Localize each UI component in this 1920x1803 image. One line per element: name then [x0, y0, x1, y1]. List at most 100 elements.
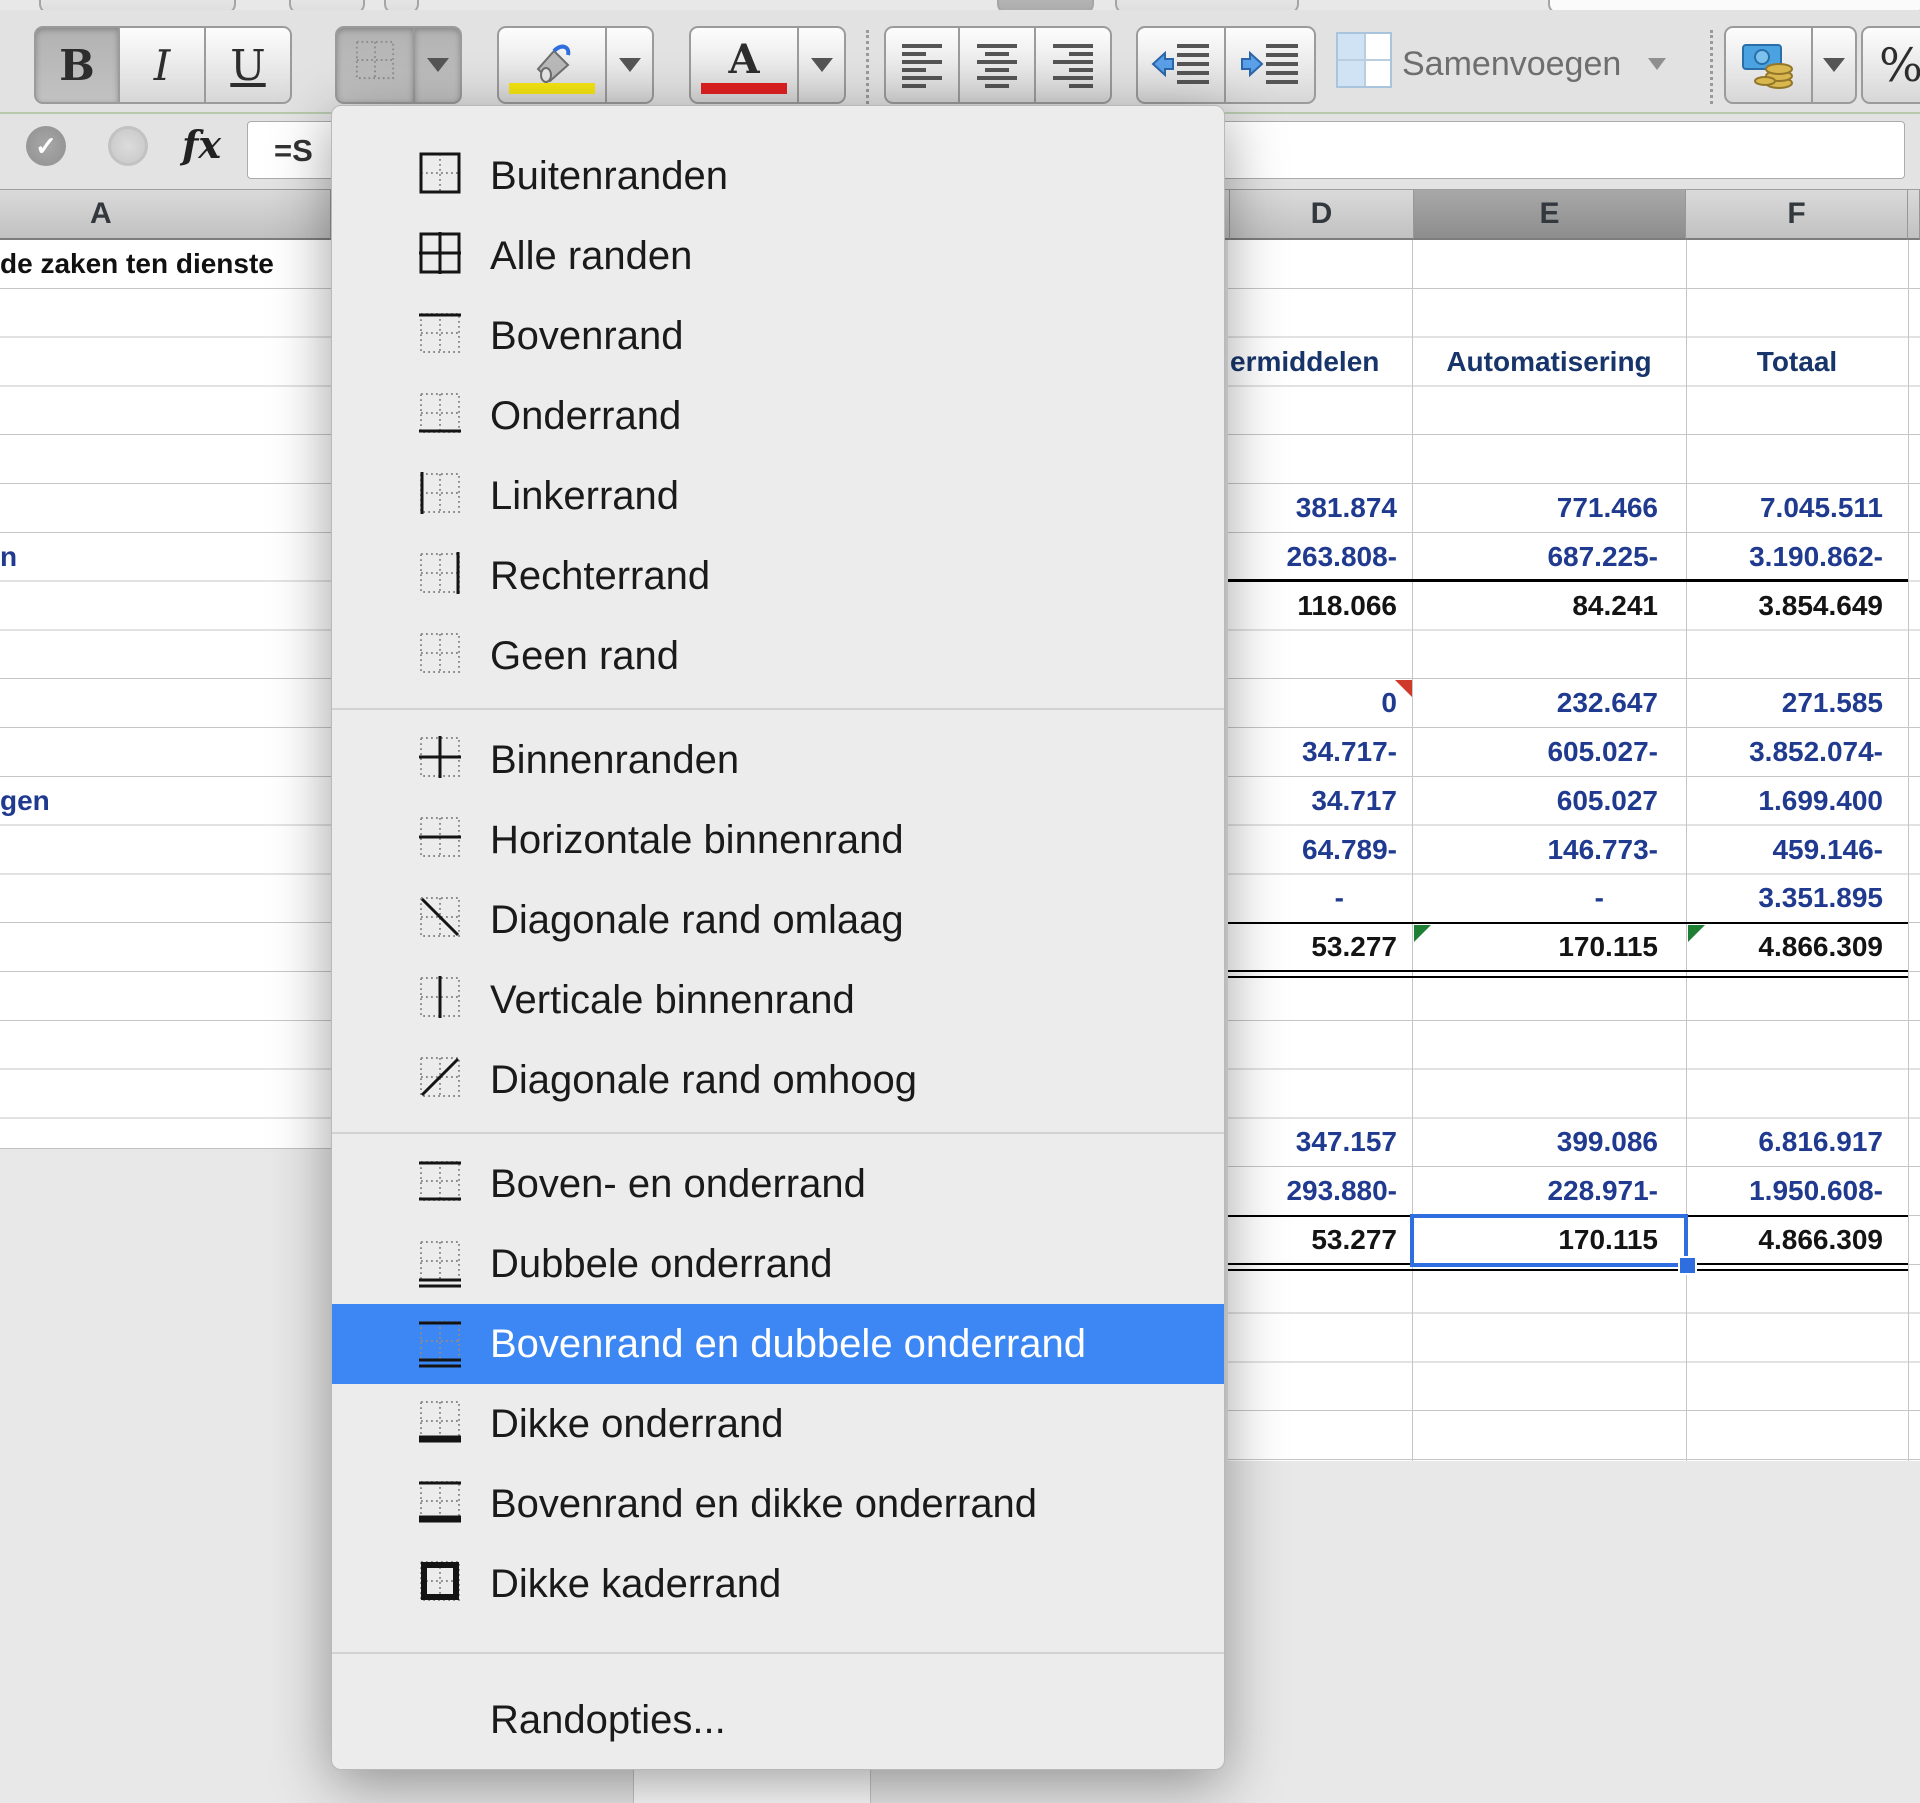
- sheet-area-bottom-sliver[interactable]: [633, 1770, 871, 1803]
- italic-button[interactable]: I: [120, 26, 206, 104]
- cell[interactable]: 0: [1228, 679, 1412, 728]
- cell[interactable]: [1228, 630, 1412, 679]
- cell[interactable]: [1412, 289, 1686, 338]
- currency-format-button[interactable]: [1724, 26, 1813, 104]
- bold-button[interactable]: B: [34, 26, 120, 104]
- cell[interactable]: [1412, 1265, 1686, 1314]
- cell[interactable]: 293.880-: [1228, 1167, 1412, 1216]
- cell[interactable]: [1686, 630, 1908, 679]
- column-header-A[interactable]: A: [0, 190, 331, 240]
- menu-item-randopties[interactable]: Randopties...: [332, 1680, 1224, 1760]
- column-header-E[interactable]: E: [1414, 190, 1686, 240]
- menu-item-binnenranden[interactable]: Binnenranden: [332, 720, 1224, 800]
- currency-dropdown-button[interactable]: [1813, 26, 1857, 104]
- cell[interactable]: 7.045.511: [1686, 484, 1908, 533]
- underline-button[interactable]: U: [206, 26, 292, 104]
- align-right-button[interactable]: [1036, 26, 1112, 104]
- cell[interactable]: [1412, 435, 1686, 484]
- cell[interactable]: -: [1228, 874, 1412, 923]
- cell[interactable]: 84.241: [1412, 582, 1686, 631]
- cell[interactable]: [1412, 1021, 1686, 1070]
- align-center-button[interactable]: [960, 26, 1036, 104]
- cell[interactable]: [1686, 240, 1908, 289]
- cell[interactable]: [1686, 1362, 1908, 1411]
- column-header[interactable]: [1908, 190, 1920, 240]
- cell[interactable]: 3.854.649: [1686, 582, 1908, 631]
- cell[interactable]: 605.027: [1412, 777, 1686, 826]
- cell[interactable]: [1686, 972, 1908, 1021]
- cell[interactable]: [1686, 386, 1908, 435]
- cell[interactable]: -: [1412, 874, 1686, 923]
- menu-item-onderrand[interactable]: Onderrand: [332, 376, 1224, 456]
- cell[interactable]: Automatisering: [1412, 338, 1686, 387]
- cell[interactable]: [1228, 289, 1412, 338]
- cell[interactable]: 3.351.895: [1686, 874, 1908, 923]
- cell[interactable]: [1686, 1070, 1908, 1119]
- menu-item-buitenranden[interactable]: Buitenranden: [332, 136, 1224, 216]
- menu-item-rechterrand[interactable]: Rechterrand: [332, 536, 1224, 616]
- cell[interactable]: [1228, 1362, 1412, 1411]
- cell[interactable]: 3.852.074-: [1686, 728, 1908, 777]
- percent-format-button[interactable]: %: [1861, 26, 1920, 104]
- cell[interactable]: 34.717-: [1228, 728, 1412, 777]
- cell[interactable]: 347.157: [1228, 1118, 1412, 1167]
- menu-item-dikke-onderrand[interactable]: Dikke onderrand: [332, 1384, 1224, 1464]
- cell[interactable]: [1412, 630, 1686, 679]
- cell[interactable]: 4.866.309: [1686, 923, 1908, 972]
- cell[interactable]: 228.971-: [1412, 1167, 1686, 1216]
- cell[interactable]: [1228, 1314, 1412, 1363]
- confirm-formula-button[interactable]: ✓: [26, 126, 66, 166]
- cell[interactable]: [1228, 972, 1412, 1021]
- menu-item-boven-en-onderrand[interactable]: Boven- en onderrand: [332, 1144, 1224, 1224]
- increase-indent-button[interactable]: [1226, 26, 1316, 104]
- cell[interactable]: 605.027-: [1412, 728, 1686, 777]
- cell[interactable]: 3.190.862-: [1686, 533, 1908, 582]
- merge-cells-icon[interactable]: [1336, 32, 1392, 88]
- cell[interactable]: [1686, 1411, 1908, 1460]
- cell[interactable]: [1412, 240, 1686, 289]
- cell[interactable]: [1412, 1411, 1686, 1460]
- fill-handle[interactable]: [1678, 1256, 1697, 1275]
- cell[interactable]: [1412, 1362, 1686, 1411]
- column-header-D[interactable]: D: [1230, 190, 1414, 240]
- sheet-area-right[interactable]: ermiddelenAutomatiseringTotaal381.874771…: [1228, 240, 1920, 1461]
- cell[interactable]: [1228, 1021, 1412, 1070]
- menu-item-dubbele-onderrand[interactable]: Dubbele onderrand: [332, 1224, 1224, 1304]
- cell[interactable]: [1228, 240, 1412, 289]
- cell[interactable]: 232.647: [1412, 679, 1686, 728]
- sheet-area-left[interactable]: de zaken ten dienstengen: [0, 240, 331, 1149]
- column-header-F[interactable]: F: [1686, 190, 1908, 240]
- cell[interactable]: 1.699.400: [1686, 777, 1908, 826]
- font-color-dropdown-button[interactable]: [799, 26, 846, 104]
- menu-item-dikke-kaderrand[interactable]: Dikke kaderrand: [332, 1544, 1224, 1624]
- borders-button[interactable]: [335, 26, 415, 104]
- cell[interactable]: 459.146-: [1686, 826, 1908, 875]
- cell[interactable]: [1686, 289, 1908, 338]
- borders-dropdown-button[interactable]: [415, 26, 462, 104]
- menu-item-horizontale-binnenrand[interactable]: Horizontale binnenrand: [332, 800, 1224, 880]
- cell[interactable]: 118.066: [1228, 582, 1412, 631]
- merge-cells-label[interactable]: Samenvoegen: [1402, 45, 1621, 84]
- fill-color-dropdown-button[interactable]: [607, 26, 654, 104]
- cell[interactable]: ermiddelen: [1228, 338, 1412, 387]
- decrease-indent-button[interactable]: [1136, 26, 1226, 104]
- cell[interactable]: [1686, 1021, 1908, 1070]
- chevron-down-icon[interactable]: [1648, 58, 1666, 70]
- cell[interactable]: 381.874: [1228, 484, 1412, 533]
- menu-item-verticale-binnenrand[interactable]: Verticale binnenrand: [332, 960, 1224, 1040]
- cell[interactable]: 6.816.917: [1686, 1118, 1908, 1167]
- cell[interactable]: 53.277: [1228, 923, 1412, 972]
- cell[interactable]: [1228, 1070, 1412, 1119]
- cell[interactable]: 263.808-: [1228, 533, 1412, 582]
- cell[interactable]: [1412, 972, 1686, 1021]
- cell[interactable]: [1228, 386, 1412, 435]
- insert-function-icon[interactable]: fx: [182, 122, 221, 167]
- cell[interactable]: 687.225-: [1412, 533, 1686, 582]
- cell[interactable]: [1686, 435, 1908, 484]
- menu-item-geen-rand[interactable]: Geen rand: [332, 616, 1224, 696]
- menu-item-linkerrand[interactable]: Linkerrand: [332, 456, 1224, 536]
- cell[interactable]: 146.773-: [1412, 826, 1686, 875]
- menu-item-diagonale-rand-omhoog[interactable]: Diagonale rand omhoog: [332, 1040, 1224, 1120]
- cell[interactable]: 64.789-: [1228, 826, 1412, 875]
- cell[interactable]: [1412, 1070, 1686, 1119]
